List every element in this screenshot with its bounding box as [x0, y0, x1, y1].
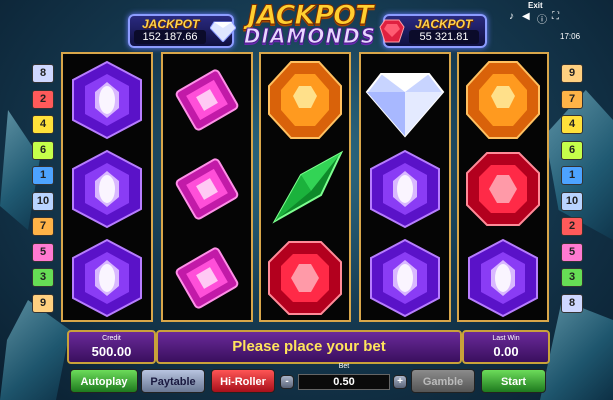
payline-marker-8: 8 [561, 293, 583, 313]
payline-marker-3: 3 [32, 268, 54, 287]
jackpot-right-value: 55 321.81 [409, 30, 479, 44]
red-octagon-gem-icon [459, 145, 547, 233]
pink-rectangle-gem-icon [163, 234, 251, 322]
speaker-icon[interactable]: ◀ [522, 11, 530, 22]
jackpot-left-title: JACKPOT [142, 17, 200, 31]
reel-4 [359, 52, 451, 322]
logo-diamonds: DIAMONDS [243, 24, 377, 49]
payline-marker-1: 1 [32, 166, 54, 185]
orange-hexagon-gem-icon [459, 56, 547, 144]
payline-marker-10: 10 [561, 191, 583, 211]
gamble-button[interactable]: Gamble [411, 369, 475, 393]
music-note-icon[interactable]: ♪ [509, 11, 514, 22]
last-win-panel: Last Win 0.00 [462, 330, 550, 364]
payline-marker-7: 7 [32, 217, 54, 236]
payline-marker-5: 5 [561, 242, 583, 262]
purple-hexagon-gem-icon [459, 234, 547, 322]
payline-marker-4: 4 [561, 115, 583, 134]
payline-marker-9: 9 [32, 293, 54, 313]
payline-marker-5: 5 [32, 242, 54, 262]
start-button[interactable]: Start [481, 369, 546, 393]
jackpot-right-title: JACKPOT [415, 17, 473, 31]
purple-hexagon-gem-icon [361, 145, 449, 233]
credit-panel: Credit 500.00 [67, 330, 156, 364]
reel-1 [61, 52, 153, 322]
pink-rectangle-gem-icon [163, 56, 251, 144]
jackpot-right-ruby-icon [379, 19, 405, 43]
message-text: Please place your bet [232, 338, 386, 355]
reel-2 [161, 52, 253, 322]
payline-marker-2: 2 [32, 89, 54, 109]
info-icon[interactable]: ⓘ [537, 11, 547, 26]
jackpot-left-diamond-icon [210, 21, 236, 42]
payline-marker-7: 7 [561, 89, 583, 109]
payline-marker-6: 6 [32, 140, 54, 160]
payline-marker-8: 8 [32, 64, 54, 83]
exit-button[interactable]: Exit [528, 1, 543, 10]
purple-hexagon-gem-icon [361, 234, 449, 322]
payline-marker-2: 2 [561, 217, 583, 236]
bet-value: 0.50 [298, 374, 390, 390]
payline-marker-6: 6 [561, 140, 583, 160]
credit-value: 500.00 [91, 344, 132, 359]
reel-3 [259, 52, 351, 322]
jackpot-right-panel: JACKPOT 55 321.81 [379, 14, 487, 48]
bet-plus-button[interactable]: + [393, 375, 407, 389]
jackpot-left-panel: JACKPOT 152 187.66 [128, 14, 236, 48]
paytable-button[interactable]: Paytable [141, 369, 205, 393]
payline-marker-1: 1 [561, 166, 583, 185]
orange-hexagon-gem-icon [261, 56, 349, 144]
payline-marker-9: 9 [561, 64, 583, 83]
payline-marker-4: 4 [32, 115, 54, 134]
pink-rectangle-gem-icon [163, 145, 251, 233]
last-win-value: 0.00 [493, 344, 519, 359]
purple-hexagon-gem-icon [63, 234, 151, 322]
purple-hexagon-gem-icon [63, 145, 151, 233]
background-crystal [540, 300, 613, 400]
payline-marker-3: 3 [561, 268, 583, 287]
green-kite-gem-icon [261, 145, 349, 233]
red-octagon-gem-icon [261, 234, 349, 322]
clock-time: 17:06 [560, 32, 581, 41]
message-panel: Please place your bet [156, 330, 462, 364]
fullscreen-icon[interactable]: ⛶ [552, 11, 559, 22]
background-crystal [0, 300, 70, 400]
autoplay-button[interactable]: Autoplay [70, 369, 138, 393]
bet-label: Bet [338, 363, 350, 370]
last-win-label: Last Win [492, 335, 520, 342]
hiroller-button[interactable]: Hi-Roller [211, 369, 275, 393]
purple-hexagon-gem-icon [63, 56, 151, 144]
payline-marker-10: 10 [32, 191, 54, 211]
bet-minus-button[interactable]: - [280, 375, 294, 389]
reel-5 [457, 52, 549, 322]
white-diamond-icon [361, 56, 449, 144]
credit-label: Credit [102, 335, 121, 342]
jackpot-left-value: 152 187.66 [134, 30, 206, 44]
